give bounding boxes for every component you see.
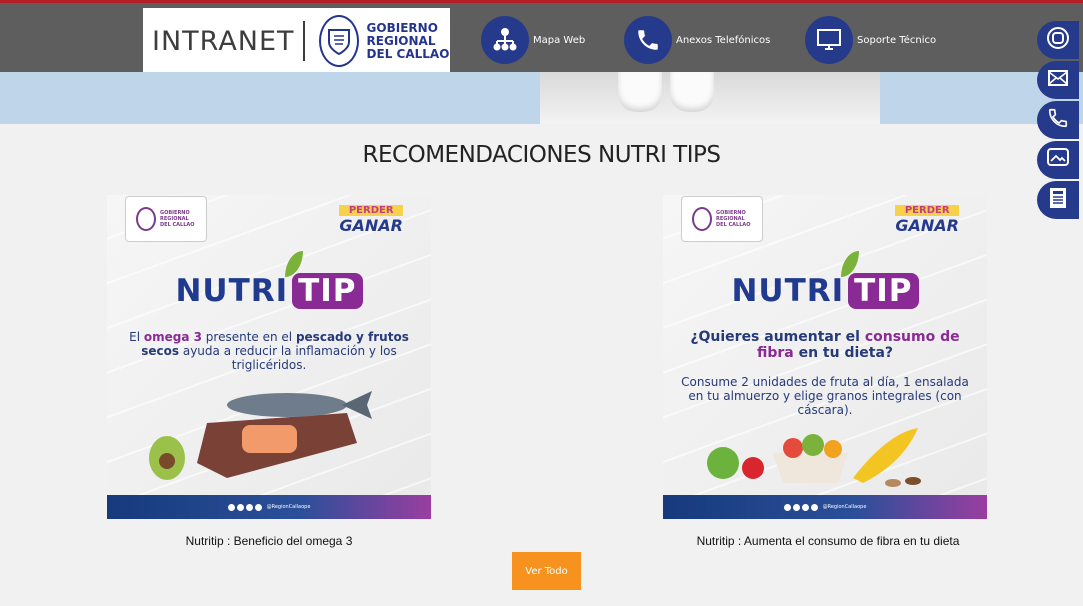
news-icon (1048, 186, 1068, 215)
side-mail-button[interactable] (1037, 61, 1079, 99)
campaign-logo: PERDER GANAR (895, 205, 959, 235)
bottle-image (618, 72, 662, 112)
top-header: INTRANET GOBIERNO REGIONAL DEL CALLAO Ma… (0, 0, 1083, 74)
nutritip-headline: NUTRI TIP (107, 273, 431, 309)
phone-icon (1047, 107, 1069, 134)
mail-icon (1047, 69, 1069, 92)
nav-soporte-tecnico[interactable]: Soporte Técnico (805, 15, 936, 65)
card-question: ¿Quieres aumentar el consumo de fibra en… (690, 329, 960, 361)
nutritip-card-omega3[interactable]: GOBIERNO REGIONAL DEL CALLAO PERDER GANA… (107, 195, 431, 519)
instagram-icon (1046, 26, 1070, 55)
campaign-logo: PERDER GANAR (339, 205, 403, 235)
intranet-logo[interactable]: INTRANET GOBIERNO REGIONAL DEL CALLAO (143, 8, 450, 74)
card-description: Consume 2 unidades de fruta al día, 1 en… (681, 375, 969, 417)
side-instagram-button[interactable] (1037, 21, 1079, 59)
phone-icon (624, 16, 672, 64)
government-name: GOBIERNO REGIONAL DEL CALLAO (366, 20, 450, 61)
ver-todo-button[interactable]: Ver Todo (512, 552, 581, 590)
hero-banner (0, 72, 1083, 124)
nav-mapa-web[interactable]: Mapa Web (481, 15, 585, 65)
card-description: El omega 3 presente en el pescado y frut… (129, 330, 409, 372)
government-seal-icon (136, 207, 156, 231)
nav-label: Anexos Telefónicos (676, 34, 771, 46)
nav-label: Mapa Web (533, 34, 586, 46)
logo-divider (302, 21, 305, 61)
nutritip-headline: NUTRI TIP (663, 273, 987, 309)
nutritip-card-fibra[interactable]: GOBIERNO REGIONAL DEL CALLAO PERDER GANA… (663, 195, 987, 519)
fruit-illustration (707, 428, 921, 487)
government-badge: GOBIERNO REGIONAL DEL CALLAO (681, 196, 763, 242)
government-badge: GOBIERNO REGIONAL DEL CALLAO (125, 196, 207, 242)
fish-illustration (149, 391, 372, 480)
social-footer: @RegionCallaope (107, 495, 431, 519)
social-footer: @RegionCallaope (663, 495, 987, 519)
nav-label: Soporte Técnico (857, 34, 937, 46)
monitor-icon (805, 16, 853, 64)
side-news-button[interactable] (1037, 181, 1079, 219)
sitemap-icon (481, 16, 529, 64)
side-phone-button[interactable] (1037, 101, 1079, 139)
bottle-image (670, 72, 714, 112)
nav-anexos-telefonicos[interactable]: Anexos Telefónicos (624, 15, 770, 65)
intranet-label: INTRANET (152, 25, 295, 57)
card-caption-omega3[interactable]: Nutritip : Beneficio del omega 3 (107, 534, 431, 548)
card-caption-fibra[interactable]: Nutritip : Aumenta el consumo de fibra e… (663, 534, 993, 548)
government-seal-icon (318, 15, 359, 67)
section-title: RECOMENDACIONES NUTRI TIPS (362, 142, 721, 168)
government-seal-icon (692, 207, 712, 231)
banner-photo (540, 72, 880, 124)
